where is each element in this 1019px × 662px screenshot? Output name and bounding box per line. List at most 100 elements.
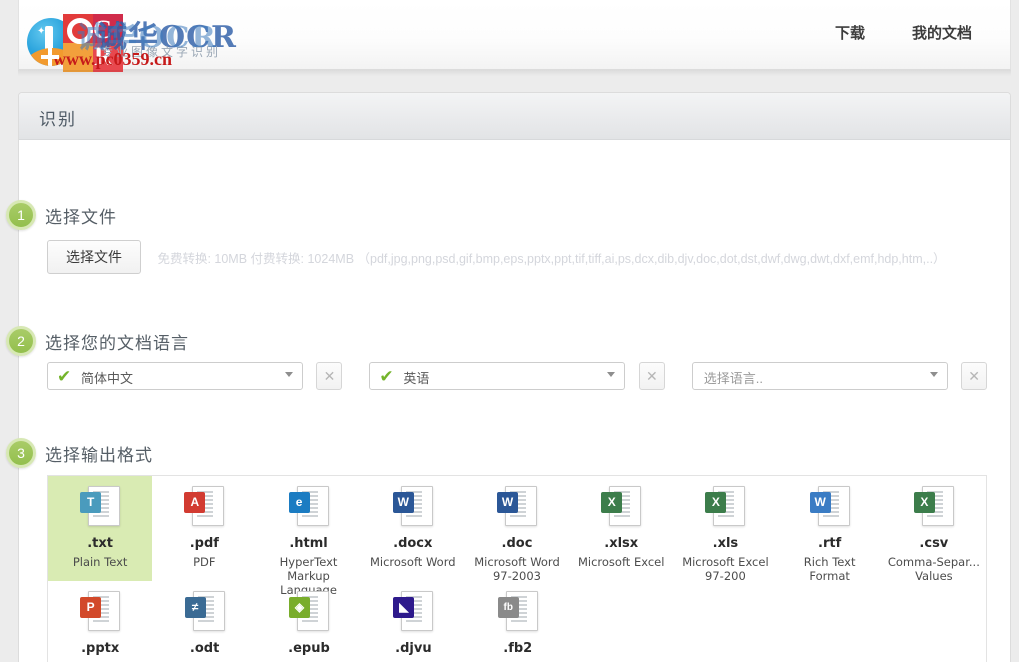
- format-row: T .txt Plain Text A .pdf PDF e .html HyperText M…: [48, 476, 986, 597]
- format-badge-icon: ◈: [288, 597, 310, 618]
- step-badge-1: 1: [6, 200, 36, 230]
- format-tile-rtf[interactable]: W .rtf Rich Text Format: [778, 476, 882, 583]
- file-icon-pdf: A: [184, 486, 225, 530]
- format-extension-label: .epub: [288, 641, 330, 656]
- file-icon-html: e: [288, 486, 329, 530]
- language-select-row: ✔ 简体中文 ✕ ✔ 英语 ✕ 选择语言.. ✕: [47, 362, 1007, 390]
- file-icon-xlsx: X: [601, 486, 642, 530]
- top-header-bar: ✦ C R 诚华OCR 专业图像文字识别 诚华OCR www.pc0359.cn…: [18, 0, 1011, 72]
- star-icon: ✦: [37, 26, 46, 37]
- file-icon-xls: X: [705, 486, 746, 530]
- format-tile-html[interactable]: e .html HyperText Markup Language: [256, 476, 360, 597]
- clear-language-3-button[interactable]: ✕: [961, 362, 988, 390]
- chevron-down-icon: [607, 372, 616, 377]
- step-badge-2: 2: [6, 326, 36, 356]
- language-select-1[interactable]: ✔ 简体中文: [47, 362, 303, 390]
- site-logo[interactable]: ✦ C R 诚华OCR 专业图像文字识别 诚华OCR www.pc0359.cn: [19, 2, 249, 72]
- language-select-2[interactable]: ✔ 英语: [369, 362, 626, 390]
- file-icon-odt: ≠: [184, 591, 225, 635]
- language-select-1-value: 简体中文: [81, 371, 134, 386]
- output-format-grid: T .txt Plain Text A .pdf PDF e .html HyperText M…: [47, 475, 987, 662]
- format-name-label: Comma-Separ... Values: [887, 555, 980, 583]
- file-icon-rtf: W: [809, 486, 850, 530]
- file-icon-doc: W: [496, 486, 537, 530]
- format-tile-pptx[interactable]: P.pptxMicrosoft PowerPoint: [48, 581, 152, 662]
- panel-title: 识别: [39, 110, 77, 129]
- clear-language-2-button[interactable]: ✕: [638, 362, 665, 390]
- format-tile-xls[interactable]: X .xls Microsoft Excel 97-200: [673, 476, 777, 583]
- format-extension-label: .pdf: [189, 536, 219, 551]
- language-select-3[interactable]: 选择语言..: [691, 362, 948, 390]
- language-select-2-value: 英语: [403, 371, 430, 386]
- format-tile-fb2[interactable]: fb.fb2Fiction Book: [466, 581, 570, 662]
- format-extension-label: .pptx: [81, 641, 120, 656]
- format-extension-label: .doc: [501, 536, 533, 551]
- header-shadow: [18, 70, 1011, 76]
- format-badge-icon: P: [80, 597, 102, 618]
- format-badge-icon: W: [496, 492, 518, 513]
- format-row: P.pptxMicrosoft PowerPoint≠.odtOpen Docu…: [48, 581, 986, 662]
- format-tile-doc[interactable]: W .doc Microsoft Word 97-2003: [465, 476, 569, 583]
- format-badge-icon: X: [601, 492, 623, 513]
- step-title-select-language: 选择您的文档语言: [45, 334, 189, 353]
- format-tile-odt[interactable]: ≠.odtOpen Document: [152, 581, 256, 662]
- format-badge-icon: W: [809, 492, 831, 513]
- format-tile-djvu[interactable]: ◣.djvuDjvu: [361, 581, 465, 662]
- format-extension-label: .csv: [919, 536, 949, 551]
- format-badge-icon: ◣: [393, 597, 415, 618]
- chevron-down-icon: [929, 372, 938, 377]
- nav-item-download[interactable]: 下载: [835, 22, 865, 43]
- format-tile-docx[interactable]: W .docx Microsoft Word: [361, 476, 465, 581]
- format-name-label: Rich Text Format: [803, 555, 856, 583]
- panel-header: 识别: [19, 93, 1010, 140]
- format-name-label: Microsoft Excel: [577, 555, 665, 569]
- file-icon-djvu: ◣: [393, 591, 434, 635]
- format-tile-xlsx[interactable]: X .xlsx Microsoft Excel: [569, 476, 673, 581]
- format-name-label: Microsoft Word: [369, 555, 456, 569]
- chevron-down-icon: [285, 372, 293, 377]
- format-badge-icon: T: [80, 492, 102, 513]
- choose-file-button[interactable]: 选择文件: [47, 240, 141, 274]
- format-tile-txt[interactable]: T .txt Plain Text: [48, 476, 153, 581]
- file-icon-txt: T: [80, 486, 121, 530]
- format-name-label: PDF: [193, 555, 216, 569]
- nav-item-my-documents[interactable]: 我的文档: [912, 22, 972, 43]
- format-extension-label: .html: [289, 536, 328, 551]
- format-badge-icon: A: [184, 492, 206, 513]
- format-badge-icon: fb: [497, 597, 519, 618]
- recognition-panel: 识别 1 选择文件 选择文件 免费转换: 10MB 付费转换: 1024MB （…: [6, 92, 1011, 662]
- page-root: ✦ C R 诚华OCR 专业图像文字识别 诚华OCR www.pc0359.cn…: [0, 0, 1019, 662]
- step-title-select-format: 选择输出格式: [45, 446, 153, 465]
- format-name-label: Microsoft Excel 97-200: [682, 555, 769, 583]
- step-title-select-file: 选择文件: [45, 208, 117, 227]
- format-extension-label: .djvu: [395, 641, 432, 656]
- file-icon-pptx: P: [80, 591, 121, 635]
- file-size-hint: 免费转换: 10MB 付费转换: 1024MB （pdf,jpg,png,psd…: [157, 251, 946, 266]
- clear-language-1-button[interactable]: ✕: [316, 362, 343, 390]
- format-extension-label: .txt: [87, 536, 113, 551]
- format-badge-icon: X: [705, 492, 727, 513]
- file-icon-fb2: fb: [497, 591, 538, 635]
- step-badge-3: 3: [6, 438, 36, 468]
- format-extension-label: .xlsx: [604, 536, 639, 551]
- format-name-label: Plain Text: [72, 555, 128, 569]
- check-icon: ✔: [57, 367, 72, 386]
- format-badge-icon: W: [392, 492, 414, 513]
- format-extension-label: .odt: [189, 641, 220, 656]
- format-badge-icon: e: [288, 492, 310, 513]
- file-select-row: 选择文件 免费转换: 10MB 付费转换: 1024MB （pdf,jpg,pn…: [47, 240, 987, 274]
- plus-icon: [41, 48, 59, 66]
- file-icon-epub: ◈: [288, 591, 329, 635]
- check-icon: ✔: [379, 367, 394, 386]
- format-tile-epub[interactable]: ◈.epubElectronic Publication: [257, 581, 361, 662]
- format-extension-label: .docx: [393, 536, 433, 551]
- file-icon-csv: X: [913, 486, 954, 530]
- language-select-3-placeholder: 选择语言..: [703, 371, 763, 386]
- format-badge-icon: ≠: [184, 597, 206, 618]
- format-tiles: T .txt Plain Text A .pdf PDF e .html HyperText M…: [48, 476, 986, 662]
- format-extension-label: .fb2: [503, 641, 533, 656]
- format-tile-pdf[interactable]: A .pdf PDF: [152, 476, 256, 581]
- format-badge-icon: X: [913, 492, 935, 513]
- format-tile-csv[interactable]: X .csv Comma-Separ... Values: [882, 476, 986, 583]
- format-name-label: Microsoft Word 97-2003: [474, 555, 560, 583]
